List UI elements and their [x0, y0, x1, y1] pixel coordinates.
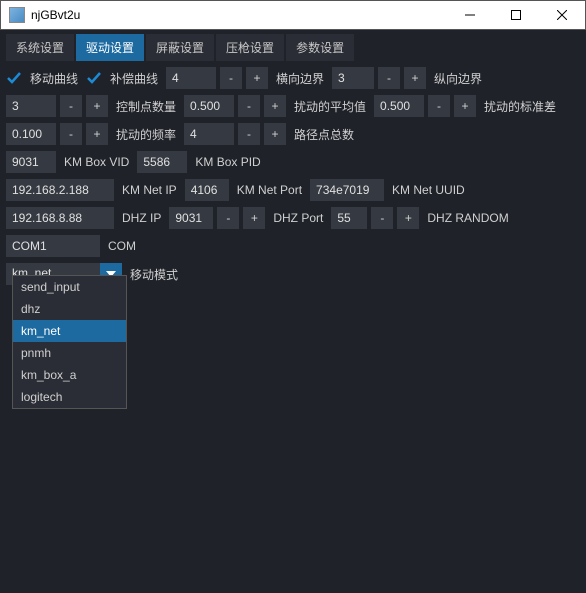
- tab-recoil[interactable]: 压枪设置: [216, 34, 284, 61]
- plus-button[interactable]: +: [246, 67, 268, 89]
- dropdown-item[interactable]: km_box_a: [13, 364, 126, 386]
- tab-shield[interactable]: 屏蔽设置: [146, 34, 214, 61]
- tab-system[interactable]: 系统设置: [6, 34, 74, 61]
- plus-button[interactable]: +: [404, 67, 426, 89]
- minus-button[interactable]: -: [217, 207, 239, 229]
- input-path-points[interactable]: [184, 123, 234, 145]
- input-kmnet-uuid[interactable]: [310, 179, 384, 201]
- dropdown-item[interactable]: dhz: [13, 298, 126, 320]
- input-kmnet-ip[interactable]: [6, 179, 114, 201]
- minus-button[interactable]: -: [428, 95, 450, 117]
- input-com[interactable]: [6, 235, 100, 257]
- checkbox-compensate-curve[interactable]: 补偿曲线: [86, 70, 162, 87]
- plus-button[interactable]: +: [264, 95, 286, 117]
- plus-button[interactable]: +: [86, 123, 108, 145]
- plus-button[interactable]: +: [454, 95, 476, 117]
- minus-button[interactable]: -: [378, 67, 400, 89]
- close-button[interactable]: [539, 0, 585, 30]
- plus-button[interactable]: +: [243, 207, 265, 229]
- input-dhz-port[interactable]: [169, 207, 213, 229]
- minus-button[interactable]: -: [238, 95, 260, 117]
- dropdown-item[interactable]: km_net: [13, 320, 126, 342]
- minus-button[interactable]: -: [60, 95, 82, 117]
- input-ctrl-points[interactable]: [6, 95, 56, 117]
- input-dhz-ip[interactable]: [6, 207, 114, 229]
- check-icon: [6, 70, 22, 86]
- tab-param[interactable]: 参数设置: [286, 34, 354, 61]
- plus-button[interactable]: +: [264, 123, 286, 145]
- input-kmbox-vid[interactable]: [6, 151, 56, 173]
- app-icon: [9, 7, 25, 23]
- input-perturb-freq[interactable]: [6, 123, 56, 145]
- input-perturb-mean[interactable]: [184, 95, 234, 117]
- input-v-border[interactable]: [332, 67, 374, 89]
- plus-button[interactable]: +: [397, 207, 419, 229]
- tab-driver[interactable]: 驱动设置: [76, 34, 144, 61]
- dropdown-item[interactable]: pnmh: [13, 342, 126, 364]
- input-dhz-random[interactable]: [331, 207, 367, 229]
- maximize-button[interactable]: [493, 0, 539, 30]
- checkbox-move-curve[interactable]: 移动曲线: [6, 70, 82, 87]
- minus-button[interactable]: -: [238, 123, 260, 145]
- minimize-button[interactable]: [447, 0, 493, 30]
- minus-button[interactable]: -: [371, 207, 393, 229]
- dropdown-move-mode: send_input dhz km_net pnmh km_box_a logi…: [12, 275, 127, 409]
- tabs: 系统设置 驱动设置 屏蔽设置 压枪设置 参数设置: [6, 30, 580, 61]
- input-kmnet-port[interactable]: [185, 179, 229, 201]
- input-h-border[interactable]: [166, 67, 216, 89]
- minus-button[interactable]: -: [220, 67, 242, 89]
- input-perturb-std[interactable]: [374, 95, 424, 117]
- titlebar: njGBvt2u: [0, 0, 586, 30]
- check-icon: [86, 70, 102, 86]
- window-title: njGBvt2u: [31, 8, 447, 22]
- dropdown-item[interactable]: send_input: [13, 276, 126, 298]
- dropdown-item[interactable]: logitech: [13, 386, 126, 408]
- plus-button[interactable]: +: [86, 95, 108, 117]
- minus-button[interactable]: -: [60, 123, 82, 145]
- input-kmbox-pid[interactable]: [137, 151, 187, 173]
